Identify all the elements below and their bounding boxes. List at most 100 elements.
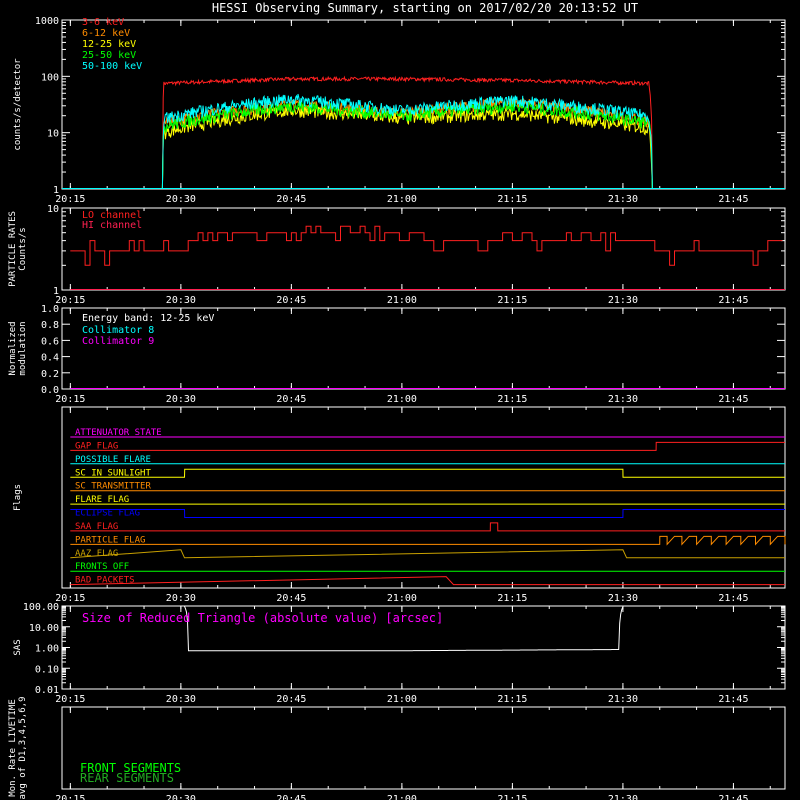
- modulation-xtick-label: 21:30: [608, 394, 638, 405]
- sas-xtick-label: 21:30: [608, 694, 638, 705]
- livetime-xtick-label: 21:30: [608, 794, 638, 800]
- particle_rates-ylabel: PARTICLE RATES: [8, 211, 18, 287]
- sas-ytick-label: 0.01: [35, 685, 59, 696]
- flags-xtick-label: 21:00: [387, 593, 417, 604]
- count_rates-ytick-label: 100: [41, 72, 59, 83]
- modulation-series-group: Energy band: 12-25 keVCollimator 8Collim…: [70, 313, 785, 389]
- count_rates-xtick-label: 20:30: [166, 194, 196, 205]
- legend-entry: HI channel: [82, 220, 142, 231]
- particle_rates-xtick-label: 21:45: [718, 295, 748, 306]
- livetime-xtick-label: 21:15: [497, 794, 527, 800]
- legend-entry: REAR SEGMENTS: [80, 771, 174, 785]
- flag-label: SC TRANSMITTER: [75, 482, 151, 492]
- figure-canvas: HESSI Observing Summary, starting on 201…: [8, 1, 786, 800]
- modulation-ytick-label: 0.6: [41, 336, 59, 347]
- sas-ytick-label: 10.00: [29, 623, 59, 634]
- flags-frame: [61, 406, 786, 589]
- flag-line-saa-flag: [70, 522, 785, 532]
- modulation-ylabel: modulation: [18, 321, 28, 375]
- modulation-xtick-label: 21:00: [387, 394, 417, 405]
- particle_rates-xtick-label: 20:15: [55, 295, 85, 306]
- legend-entry: 25-50 keV: [82, 50, 136, 61]
- particle_rates-xtick-label: 21:00: [387, 295, 417, 306]
- legend-entry: 12-25 keV: [82, 39, 136, 50]
- modulation-ytick-label: 1.0: [41, 304, 59, 315]
- flags-series-group: ATTENUATOR STATE GAP FLAG POSSIBLE FLARE SC…: [70, 428, 786, 586]
- flags-xtick-label: 20:15: [55, 593, 85, 604]
- sas-xtick-label: 21:45: [718, 694, 748, 705]
- flag-label: PARTICLE FLAG: [75, 535, 145, 545]
- sas-ytick-label: 0.10: [35, 664, 59, 675]
- particle_rates-xtick-label: 21:15: [497, 295, 527, 306]
- flag-line-eclipse-flag: [70, 509, 785, 518]
- modulation-ytick-label: 0.2: [41, 369, 59, 380]
- flag-label: FRONTS OFF: [75, 562, 129, 572]
- particle_rates-xtick-label: 20:30: [166, 295, 196, 306]
- figure-title: HESSI Observing Summary, starting on 201…: [212, 1, 638, 15]
- flags-xtick-label: 21:45: [718, 593, 748, 604]
- livetime-series-group: FRONT SEGMENTSREAR SEGMENTS: [80, 761, 181, 785]
- modulation-xtick-label: 20:30: [166, 394, 196, 405]
- modulation-xtick-label: 21:15: [497, 394, 527, 405]
- modulation-ytick-label: 0.0: [41, 385, 59, 396]
- particle_rates-ytick-label: 1: [53, 286, 59, 297]
- flag-label: ATTENUATOR STATE: [75, 428, 162, 438]
- annotation-energy-band: Energy band: 12-25 keV: [82, 313, 214, 324]
- legend-entry: 6-12 keV: [82, 28, 130, 39]
- sas-xtick-label: 20:45: [276, 694, 306, 705]
- count_rates-ytick-label: 1: [53, 185, 59, 196]
- count_rates-series-group: 3-6 keV6-12 keV12-25 keV25-50 keV50-100 …: [62, 17, 785, 190]
- count_rates-xtick-label: 21:00: [387, 194, 417, 205]
- sas-xtick-label: 20:30: [166, 694, 196, 705]
- flag-line-sc-in-sunlight: [70, 468, 785, 478]
- flags-xtick-label: 21:30: [608, 593, 638, 604]
- legend-entry: 3-6 keV: [82, 17, 124, 28]
- livetime-xtick-label: 20:45: [276, 794, 306, 800]
- flag-label: AAZ FLAG: [75, 549, 118, 559]
- sas-xtick-label: 21:15: [497, 694, 527, 705]
- sas-series-group: Size of Reduced Triangle (absolute value…: [82, 606, 624, 652]
- sas-xtick-label: 21:00: [387, 694, 417, 705]
- legend-entry: 50-100 keV: [82, 61, 142, 72]
- flag-label: SAA FLAG: [75, 522, 118, 532]
- particle_rates-ylabel: Counts/s: [18, 227, 28, 270]
- flag-label: BAD PACKETS: [75, 576, 135, 586]
- sas-ytick-label: 1.00: [35, 644, 59, 655]
- flag-line-particle-flag: [70, 535, 786, 546]
- livetime-xtick-label: 20:30: [166, 794, 196, 800]
- flag-label: ECLIPSE FLAG: [75, 509, 140, 519]
- count_rates-xtick-label: 21:45: [718, 194, 748, 205]
- modulation-ylabel: Normalized: [8, 321, 18, 375]
- livetime-ylabel: Mon. Rate LIVETIME: [8, 699, 18, 797]
- hessi-summary-figure: HESSI Observing Summary, starting on 201…: [0, 0, 800, 800]
- livetime-xtick-label: 21:00: [387, 794, 417, 800]
- flag-line-aaz-flag: [70, 549, 785, 559]
- sas-xtick-label: 20:15: [55, 694, 85, 705]
- modulation-ytick-label: 0.4: [41, 353, 59, 364]
- count_rates-xtick-label: 21:30: [608, 194, 638, 205]
- sas-ylabel: SAS: [13, 639, 23, 655]
- legend-entry: Collimator 9: [82, 336, 154, 347]
- particle_rates-xtick-label: 21:30: [608, 295, 638, 306]
- count_rates-ytick-label: 10: [47, 129, 59, 140]
- flag-label: GAP FLAG: [75, 441, 118, 451]
- flags-xtick-label: 20:45: [276, 593, 306, 604]
- legend-entry: Collimator 8: [82, 325, 154, 336]
- flag-line-bad-packets: [70, 576, 785, 586]
- particle_rates-series-group: LO channelHI channel: [70, 210, 785, 290]
- modulation-ytick-label: 0.8: [41, 320, 59, 331]
- modulation-xtick-label: 20:45: [276, 394, 306, 405]
- count_rates-xtick-label: 20:45: [276, 194, 306, 205]
- particle_rates-xtick-label: 20:45: [276, 295, 306, 306]
- flags-xtick-label: 21:15: [497, 593, 527, 604]
- modulation-xtick-label: 20:15: [55, 394, 85, 405]
- annotation-sas: Size of Reduced Triangle (absolute value…: [82, 611, 443, 625]
- flags-ylabel: Flags: [13, 484, 23, 511]
- livetime-xtick-label: 21:45: [718, 794, 748, 800]
- count_rates-ytick-label: 1000: [35, 16, 59, 27]
- flags-xtick-label: 20:30: [166, 593, 196, 604]
- series-line-3-6-keV: [161, 75, 653, 190]
- particle_rates-ytick-label: 10: [47, 204, 59, 215]
- series-line-LO-channel: [70, 225, 783, 266]
- count_rates-xtick-label: 20:15: [55, 194, 85, 205]
